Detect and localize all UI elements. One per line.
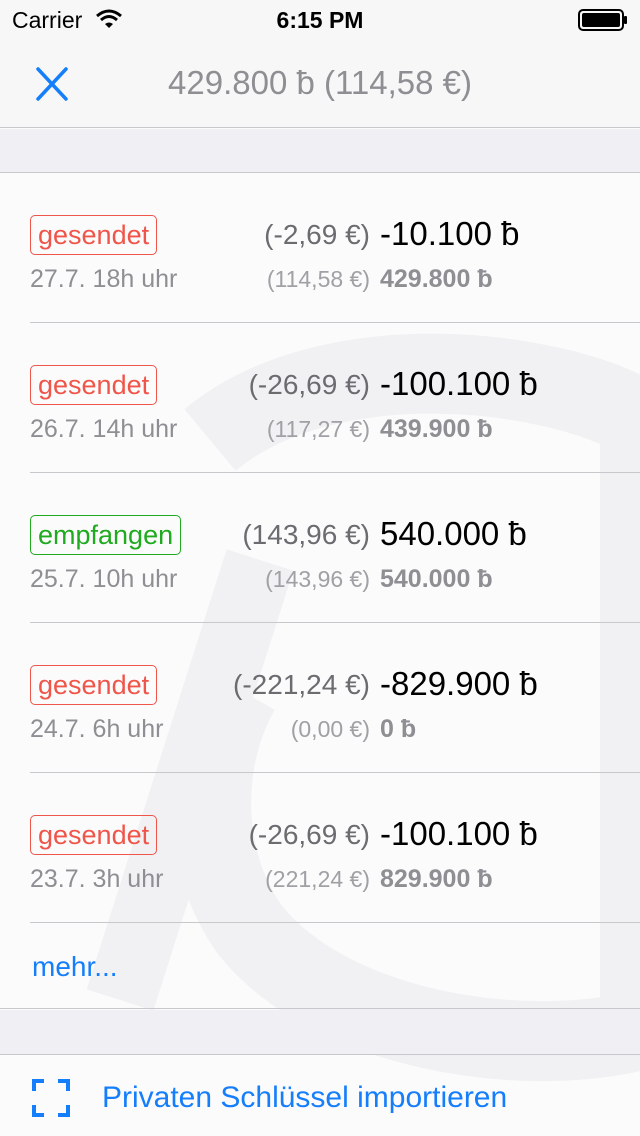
status-bar: Carrier 6:15 PM bbox=[0, 0, 640, 40]
amount-btc: -100.100 ƀ bbox=[380, 365, 538, 402]
section-separator bbox=[0, 129, 640, 172]
status-time: 6:15 PM bbox=[276, 7, 364, 33]
balance-eur: (221,24 €) bbox=[265, 866, 370, 892]
transaction-date: 27.7. 18h uhr bbox=[30, 265, 178, 293]
balance-title: 429.800 ƀ (114,58 €) bbox=[168, 64, 472, 101]
more-row[interactable]: mehr... bbox=[0, 923, 640, 1009]
amount-btc: -100.100 ƀ bbox=[380, 815, 538, 852]
section-separator bbox=[0, 1010, 640, 1054]
amount-eur: (-26,69 €) bbox=[248, 819, 370, 850]
status-badge: gesendet bbox=[30, 665, 158, 705]
balance-eur: (117,27 €) bbox=[266, 416, 370, 442]
balance-eur: (114,58 €) bbox=[266, 266, 370, 292]
import-label: Privaten Schlüssel importieren bbox=[102, 1081, 508, 1114]
amount-btc: -10.100 ƀ bbox=[380, 215, 520, 252]
scan-icon bbox=[32, 1079, 70, 1117]
balance-eur: (143,96 €) bbox=[265, 566, 370, 592]
amount-btc: 540.000 ƀ bbox=[380, 515, 527, 552]
transaction-date: 25.7. 10h uhr bbox=[30, 565, 178, 593]
amount-eur: (-221,24 €) bbox=[233, 669, 370, 700]
status-badge: gesendet bbox=[30, 215, 158, 255]
transaction-date: 23.7. 3h uhr bbox=[30, 865, 164, 893]
battery-icon bbox=[578, 9, 627, 31]
amount-eur: (-2,69 €) bbox=[264, 219, 370, 250]
balance-btc: 829.900 ƀ bbox=[380, 865, 493, 893]
more-link[interactable]: mehr... bbox=[32, 951, 118, 983]
transaction-row[interactable]: gesendet 27.7. 18h uhr (-2,69 €) -10.100… bbox=[0, 173, 640, 323]
amount-eur: (-26,69 €) bbox=[248, 369, 370, 400]
amount-btc: -829.900 ƀ bbox=[380, 665, 538, 702]
transaction-row[interactable]: gesendet 26.7. 14h uhr (-26,69 €) -100.1… bbox=[0, 323, 640, 473]
import-private-key-button[interactable]: Privaten Schlüssel importieren bbox=[0, 1054, 640, 1136]
balance-eur: (0,00 €) bbox=[290, 716, 370, 742]
transaction-row[interactable]: empfangen 25.7. 10h uhr (143,96 €) 540.0… bbox=[0, 473, 640, 623]
transaction-date: 26.7. 14h uhr bbox=[30, 415, 178, 443]
transaction-date: 24.7. 6h uhr bbox=[30, 715, 164, 743]
balance-btc: 540.000 ƀ bbox=[380, 565, 493, 593]
status-badge: empfangen bbox=[30, 515, 182, 555]
balance-btc: 439.900 ƀ bbox=[380, 415, 493, 443]
amount-eur: (143,96 €) bbox=[242, 519, 370, 550]
status-badge: gesendet bbox=[30, 365, 158, 405]
balance-btc: 0 ƀ bbox=[380, 715, 417, 743]
balance-btc: 429.800 ƀ bbox=[380, 265, 493, 293]
transaction-row[interactable]: gesendet 23.7. 3h uhr (-26,69 €) -100.10… bbox=[0, 773, 640, 923]
navigation-bar: 429.800 ƀ (114,58 €) bbox=[0, 40, 640, 128]
transaction-row[interactable]: gesendet 24.7. 6h uhr (-221,24 €) -829.9… bbox=[0, 623, 640, 773]
transaction-list: gesendet 27.7. 18h uhr (-2,69 €) -10.100… bbox=[0, 172, 640, 1009]
status-badge: gesendet bbox=[30, 815, 158, 855]
